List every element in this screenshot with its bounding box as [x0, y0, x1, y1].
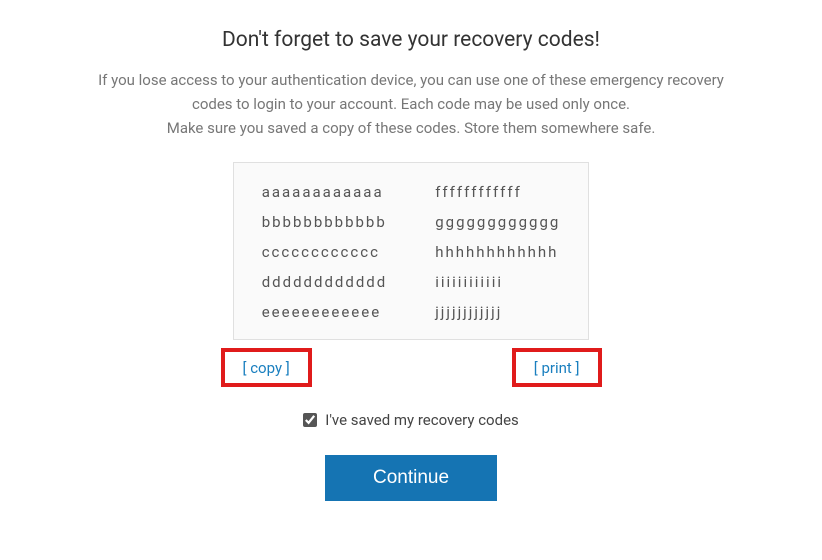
recovery-code: dddddddddddd	[262, 273, 388, 291]
confirm-saved-label: I've saved my recovery codes	[325, 411, 519, 429]
page-title: Don't forget to save your recovery codes…	[222, 28, 600, 52]
recovery-code: aaaaaaaaaaaa	[262, 183, 388, 201]
recovery-code: iiiiiiiiiiii	[435, 273, 560, 291]
confirm-saved-row[interactable]: I've saved my recovery codes	[303, 411, 519, 429]
recovery-code: jjjjjjjjjjjj	[435, 303, 560, 321]
recovery-code: hhhhhhhhhhhh	[435, 243, 560, 261]
description-text: If you lose access to your authenticatio…	[98, 68, 724, 140]
description-line-3: Make sure you saved a copy of these code…	[167, 119, 656, 137]
recovery-code: ffffffffffff	[435, 183, 560, 201]
recovery-code: gggggggggggg	[435, 213, 560, 231]
codes-column-1: aaaaaaaaaaaa bbbbbbbbbbbb cccccccccccc d…	[262, 183, 388, 321]
code-actions-row: [ copy ] [ print ]	[221, 348, 602, 387]
recovery-code: eeeeeeeeeeee	[262, 303, 388, 321]
print-highlight: [ print ]	[512, 348, 602, 387]
copy-highlight: [ copy ]	[221, 348, 312, 387]
continue-button[interactable]: Continue	[325, 455, 497, 501]
recovery-code: bbbbbbbbbbbb	[262, 213, 388, 231]
confirm-saved-checkbox[interactable]	[303, 413, 317, 427]
recovery-codes-box: aaaaaaaaaaaa bbbbbbbbbbbb cccccccccccc d…	[233, 162, 590, 340]
recovery-code: cccccccccccc	[262, 243, 388, 261]
codes-column-2: ffffffffffff gggggggggggg hhhhhhhhhhhh i…	[435, 183, 560, 321]
description-line-2: codes to login to your account. Each cod…	[192, 95, 630, 113]
description-line-1: If you lose access to your authenticatio…	[98, 71, 724, 89]
print-link[interactable]: [ print ]	[534, 359, 580, 377]
copy-link[interactable]: [ copy ]	[243, 359, 290, 377]
